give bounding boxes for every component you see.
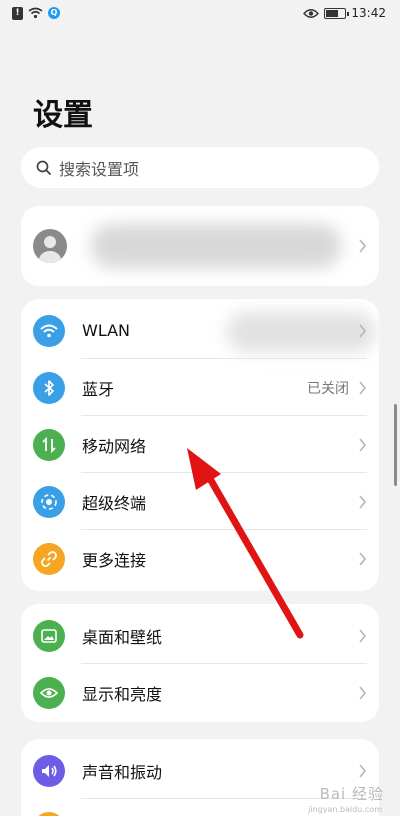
connectivity-card: WLAN 蓝牙 已关闭 移动网络 超级终端 更多连接 <box>21 299 379 591</box>
chevron-right-icon <box>359 323 367 338</box>
wallpaper-icon <box>33 619 65 652</box>
search-placeholder: 搜索设置项 <box>59 159 140 179</box>
watermark-logo: Bai 经验 <box>319 785 384 803</box>
wlan-network-blurred <box>226 312 376 352</box>
chevron-right-icon <box>359 380 367 395</box>
status-left: ! Q <box>12 6 60 20</box>
chevron-right-icon <box>359 763 367 778</box>
page-title: 设置 <box>33 98 93 133</box>
settings-item-label: WLAN <box>82 321 131 340</box>
notification-alert-icon: ! <box>12 6 23 20</box>
settings-item-label: 显示和亮度 <box>82 684 163 704</box>
settings-item-super-device[interactable]: 超级终端 <box>21 473 379 530</box>
eye-icon <box>33 676 65 709</box>
account-name-blurred <box>91 224 341 268</box>
bluetooth-status: 已关闭 <box>307 380 349 397</box>
search-icon <box>36 160 51 175</box>
wifi-icon <box>33 314 65 347</box>
next-item-icon <box>33 811 65 816</box>
status-bar: ! Q 13:42 <box>0 0 400 26</box>
eye-comfort-icon <box>303 8 320 18</box>
settings-item-bluetooth[interactable]: 蓝牙 已关闭 <box>21 359 379 416</box>
search-input[interactable]: 搜索设置项 <box>21 147 379 188</box>
wifi-status-icon <box>28 7 43 19</box>
status-time: 13:42 <box>351 6 386 20</box>
watermark-url: jingyan.baidu.com <box>308 805 382 814</box>
settings-item-display-brightness[interactable]: 显示和亮度 <box>21 664 379 721</box>
settings-item-label: 桌面和壁纸 <box>82 627 163 647</box>
settings-item-label: 更多连接 <box>82 550 147 570</box>
mobile-network-icon <box>33 428 65 461</box>
settings-item-wlan[interactable]: WLAN <box>21 302 379 359</box>
settings-item-label: 蓝牙 <box>82 379 115 399</box>
chevron-right-icon <box>359 437 367 452</box>
account-row[interactable] <box>21 206 379 286</box>
chevron-right-icon <box>359 239 367 253</box>
settings-item-label: 移动网络 <box>82 436 147 456</box>
chevron-right-icon <box>359 494 367 509</box>
settings-item-wallpaper[interactable]: 桌面和壁纸 <box>21 607 379 664</box>
settings-item-label: 声音和振动 <box>82 762 163 782</box>
link-icon <box>33 542 65 575</box>
settings-item-more-connections[interactable]: 更多连接 <box>21 530 379 587</box>
chevron-right-icon <box>359 551 367 566</box>
chevron-right-icon <box>359 628 367 643</box>
bluetooth-icon <box>33 371 65 404</box>
app-notification-icon: Q <box>48 7 60 19</box>
avatar <box>33 229 67 263</box>
settings-item-mobile-network[interactable]: 移动网络 <box>21 416 379 473</box>
super-device-icon <box>33 485 65 518</box>
account-card[interactable] <box>21 206 379 286</box>
battery-icon <box>324 7 350 19</box>
scrollbar[interactable] <box>394 404 397 486</box>
settings-item-label: 超级终端 <box>82 493 147 513</box>
status-right: 13:42 <box>303 6 386 20</box>
display-card: 桌面和壁纸 显示和亮度 <box>21 604 379 722</box>
volume-icon <box>33 754 65 787</box>
chevron-right-icon <box>359 685 367 700</box>
